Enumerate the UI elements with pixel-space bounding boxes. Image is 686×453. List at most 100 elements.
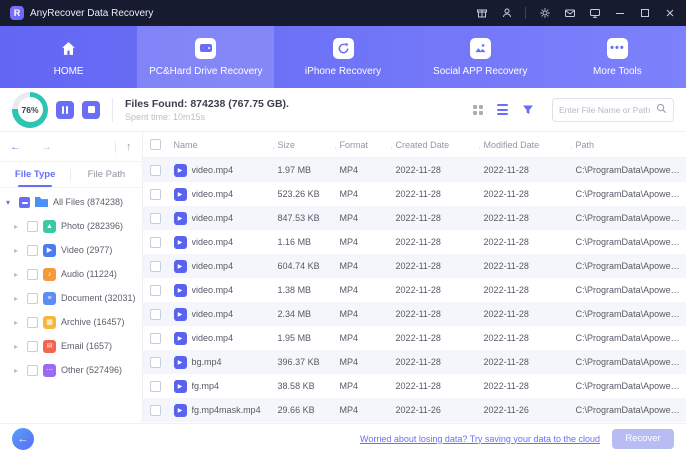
tab-home[interactable]: HOME [0, 26, 137, 88]
table-row[interactable]: ▶ video.mp4 1.95 MB MP4 2022-11-28 2022-1… [143, 326, 686, 350]
maximize-icon[interactable] [638, 7, 651, 20]
row-checkbox[interactable] [150, 404, 162, 416]
row-checkbox[interactable] [150, 308, 162, 320]
audio-icon: ♪ [43, 267, 56, 281]
cloud-save-link[interactable]: Worried about losing data? Try saving yo… [360, 434, 600, 444]
file-size: 29.66 KB [277, 405, 315, 415]
file-format: MP4 [339, 357, 359, 367]
sidebar-item-document[interactable]: ▸ ≡ Document (32031) [0, 286, 142, 310]
row-checkbox[interactable] [150, 212, 162, 224]
collapse-caret-icon[interactable]: ▾ [6, 198, 14, 207]
tab-social-app-recovery[interactable]: Social APP Recovery [412, 26, 549, 88]
audio-checkbox[interactable] [27, 268, 38, 280]
email-checkbox[interactable] [27, 340, 38, 352]
sidebar-item-other[interactable]: ▸ ⋯ Other (527496) [0, 358, 142, 382]
table-row[interactable]: ▶ video.mp4 1.97 MB MP4 2022-11-28 2022-1… [142, 158, 686, 182]
video-file-icon: ▶ [173, 283, 187, 297]
table-row[interactable]: ▶ video.mp4 604.74 KB MP4 2022-11-28 2022… [142, 254, 686, 278]
column-header-created-date[interactable]: Created Date [390, 140, 479, 150]
table-row[interactable]: ▶ fg.mp4 38.58 KB MP4 2022-11-28 2022-11-… [143, 374, 686, 398]
tab-file-type[interactable]: File Type [0, 162, 70, 187]
back-arrow-icon[interactable]: ← [10, 141, 21, 153]
grid-view-icon[interactable] [473, 104, 483, 115]
archive-checkbox[interactable] [27, 316, 38, 328]
sidebar-item-photo[interactable]: ▸ ▲ Photo (282396) [0, 214, 142, 238]
select-all-checkbox[interactable] [150, 139, 162, 150]
search-input[interactable] [559, 104, 652, 115]
tab-label: PC&Hard Drive Recovery [149, 65, 263, 77]
sidebar-item-audio[interactable]: ▸ ♪ Audio (11224) [0, 262, 142, 286]
expand-caret-icon[interactable]: ▸ [14, 342, 22, 351]
recover-button[interactable]: Recover [612, 428, 674, 449]
expand-caret-icon[interactable]: ▸ [14, 294, 22, 303]
video-checkbox[interactable] [27, 244, 38, 256]
table-row[interactable]: ▶ fg.mp4mask.mp4 29.66 KB MP4 2022-11-26 … [142, 398, 686, 422]
table-row[interactable]: ▶ video.mp4 1.38 MB MP4 2022-11-28 2022-1… [143, 278, 686, 302]
file-format: MP4 [339, 309, 359, 319]
file-modified-date: 2022-11-26 [483, 405, 529, 415]
column-header-format[interactable]: Format [334, 140, 391, 150]
video-file-icon: ▶ [173, 235, 187, 249]
up-arrow-icon[interactable]: ↑ [126, 141, 132, 153]
table-row[interactable]: ▶ video.mp4 2.34 MB MP4 2022-11-28 2022-1… [142, 302, 686, 326]
row-checkbox[interactable] [150, 188, 162, 200]
sidebar-item-all-files[interactable]: ▾ All Files (874238) [0, 190, 142, 214]
results-table: Name Size Format Created Date Modified D… [142, 132, 686, 423]
file-name: fg.mp4 [191, 381, 220, 391]
pause-scan-button[interactable] [56, 100, 74, 119]
column-header-name[interactable]: Name [169, 140, 273, 150]
tab-pc-hard-drive-recovery[interactable]: PC&Hard Drive Recovery [137, 26, 275, 88]
row-checkbox[interactable] [150, 284, 162, 296]
table-row[interactable]: ▶ video.mp4 847.53 KB MP4 2022-11-28 2022… [142, 206, 686, 230]
settings-icon[interactable] [538, 7, 551, 20]
stop-scan-button[interactable] [82, 100, 100, 119]
expand-caret-icon[interactable]: ▸ [14, 318, 22, 327]
iphone-refresh-icon [332, 37, 354, 59]
back-button[interactable]: ← [12, 427, 34, 450]
all-files-checkbox[interactable] [19, 196, 30, 208]
table-row[interactable]: ▶ video.mp4 1.16 MB MP4 2022-11-28 2022-1… [143, 230, 686, 254]
sidebar-item-archive[interactable]: ▸ ▦ Archive (16457) [0, 310, 142, 334]
forward-arrow-icon[interactable]: → [41, 141, 52, 153]
sidebar-item-email[interactable]: ▸ ✉ Email (1657) [0, 334, 142, 358]
close-icon[interactable] [663, 7, 676, 20]
row-checkbox[interactable] [150, 332, 162, 344]
expand-caret-icon[interactable]: ▸ [14, 222, 22, 231]
file-created-date: 2022-11-28 [395, 189, 441, 199]
row-checkbox[interactable] [150, 356, 162, 368]
row-checkbox[interactable] [150, 380, 162, 392]
expand-caret-icon[interactable]: ▸ [14, 366, 22, 375]
tab-iphone-recovery[interactable]: iPhone Recovery [274, 26, 411, 88]
message-icon[interactable] [563, 7, 576, 20]
row-checkbox[interactable] [150, 164, 162, 176]
filter-icon[interactable] [522, 104, 534, 116]
gift-icon[interactable] [475, 7, 488, 20]
video-file-icon: ▶ [173, 259, 187, 273]
account-icon[interactable] [500, 7, 513, 20]
file-modified-date: 2022-11-28 [483, 189, 529, 199]
social-app-icon [469, 37, 491, 59]
table-row[interactable]: ▶ video.mp4 523.26 KB MP4 2022-11-28 2022… [143, 182, 686, 206]
expand-caret-icon[interactable]: ▸ [14, 246, 22, 255]
tab-more-tools[interactable]: ••• More Tools [549, 26, 686, 88]
sidebar-item-video[interactable]: ▸ ▶ Video (2977) [0, 238, 142, 262]
document-checkbox[interactable] [27, 292, 38, 304]
other-checkbox[interactable] [27, 364, 38, 376]
file-modified-date: 2022-11-28 [483, 261, 529, 271]
minimize-icon[interactable] [613, 7, 626, 20]
app-window: R AnyRecover Data Recovery HOME PC&Hard … [0, 0, 686, 453]
search-icon[interactable] [656, 101, 667, 119]
row-checkbox[interactable] [150, 236, 162, 248]
list-view-icon[interactable] [497, 104, 508, 115]
expand-caret-icon[interactable]: ▸ [14, 270, 22, 279]
table-row[interactable]: ▶ bg.mp4 396.37 KB MP4 2022-11-28 2022-11… [142, 350, 686, 374]
file-format: MP4 [339, 333, 359, 343]
column-header-modified-date[interactable]: Modified Date [478, 140, 571, 150]
column-header-size[interactable]: Size [272, 140, 335, 150]
monitor-icon[interactable] [588, 7, 601, 20]
row-checkbox[interactable] [150, 260, 162, 272]
photo-checkbox[interactable] [27, 220, 38, 232]
tab-file-path[interactable]: File Path [71, 162, 141, 187]
file-path: C:\ProgramData\Apowersoft\WP... [575, 381, 686, 391]
column-header-path[interactable]: Path [570, 140, 686, 150]
